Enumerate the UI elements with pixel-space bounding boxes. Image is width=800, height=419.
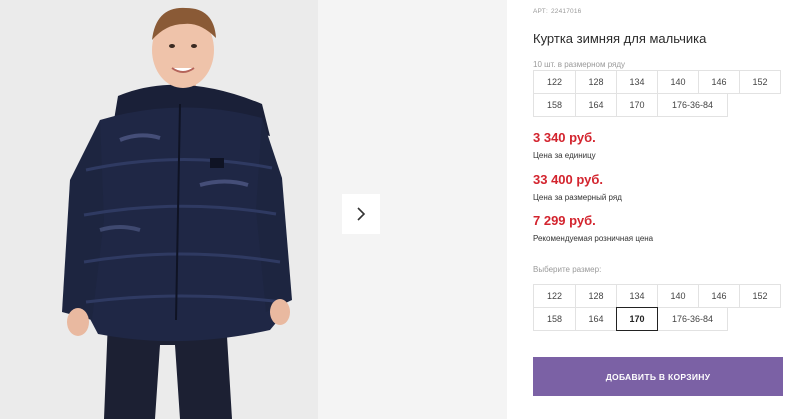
pack-size-cell: 164 [575, 93, 617, 117]
pack-size-cell: 146 [698, 70, 740, 94]
pack-size-cell: 170 [616, 93, 658, 117]
size-selector: 122 128 134 140 146 152 158 164 170 176-… [533, 284, 785, 331]
pack-size-row: 158 164 170 176-36-84 [533, 93, 785, 117]
pack-price: 33 400 руб. [533, 172, 604, 187]
size-option[interactable]: 122 [533, 284, 576, 308]
size-option[interactable]: 158 [533, 307, 576, 331]
pack-size-note: 10 шт. в размерном ряду [533, 60, 626, 69]
pack-size-cell: 176-36-84 [657, 93, 728, 117]
pack-size-cell: 140 [657, 70, 699, 94]
size-option[interactable]: 176-36-84 [657, 307, 728, 331]
retail-price: 7 299 руб. [533, 213, 596, 228]
size-option[interactable]: 146 [698, 284, 740, 308]
article-number: АРТ: 22417016 [533, 8, 582, 15]
unit-price-label: Цена за единицу [533, 151, 596, 160]
product-title: Куртка зимняя для мальчика [533, 31, 707, 46]
choose-size-label: Выберите размер: [533, 265, 602, 274]
size-option-row: 122 128 134 140 146 152 [533, 284, 785, 308]
pack-size-cell: 134 [616, 70, 658, 94]
size-option[interactable]: 140 [657, 284, 699, 308]
unit-price: 3 340 руб. [533, 130, 596, 145]
size-option[interactable]: 128 [575, 284, 617, 308]
pack-size-row: 122 128 134 140 146 152 [533, 70, 785, 94]
chevron-right-icon [357, 207, 366, 221]
pack-price-label: Цена за размерный ряд [533, 193, 622, 202]
pack-size-cell: 128 [575, 70, 617, 94]
product-photo-image [0, 0, 318, 419]
pack-size-cell: 152 [739, 70, 781, 94]
product-gallery [0, 0, 507, 419]
retail-price-label: Рекомендуемая розничная цена [533, 234, 654, 243]
size-option[interactable]: 134 [616, 284, 658, 308]
pack-size-grid: 122 128 134 140 146 152 158 164 170 176-… [533, 70, 785, 117]
article-value: 22417016 [550, 8, 582, 15]
pack-size-cell: 158 [533, 93, 576, 117]
size-option[interactable]: 170 [616, 307, 658, 331]
product-photo[interactable] [0, 0, 318, 419]
size-option[interactable]: 164 [575, 307, 617, 331]
gallery-next-button[interactable] [342, 194, 380, 234]
add-to-cart-button[interactable]: ДОБАВИТЬ В КОРЗИНУ [533, 357, 783, 396]
size-option-row: 158 164 170 176-36-84 [533, 307, 785, 331]
article-label: АРТ: [533, 8, 548, 15]
pack-size-cell: 122 [533, 70, 576, 94]
size-option[interactable]: 152 [739, 284, 781, 308]
